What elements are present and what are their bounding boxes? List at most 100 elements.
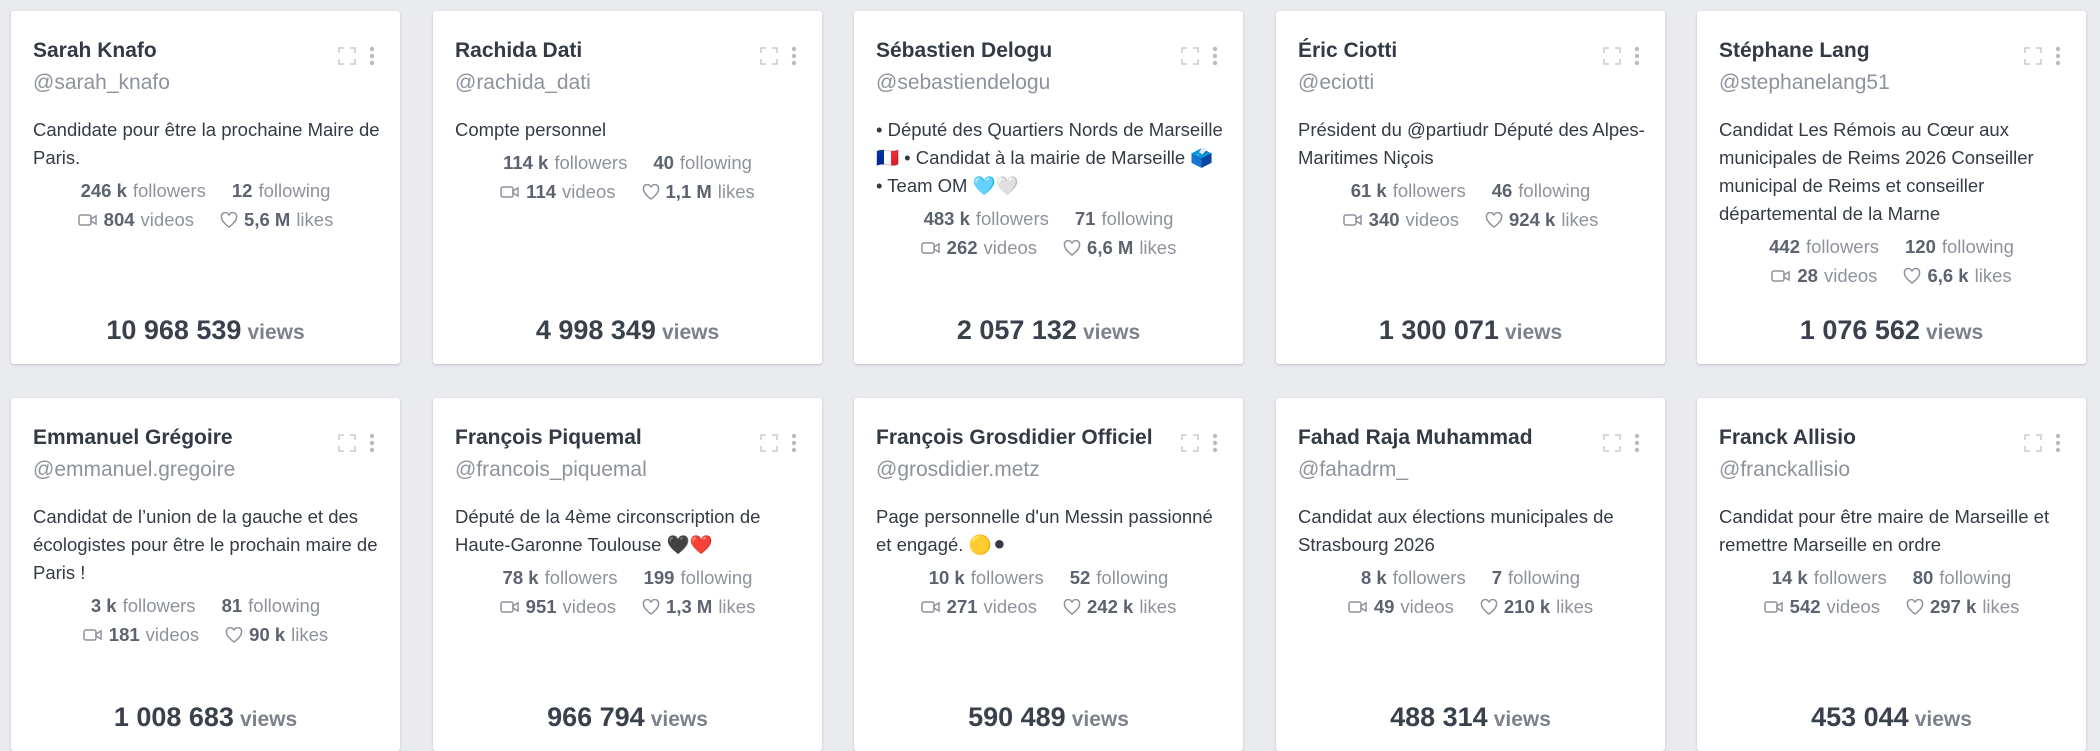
profile-bio: Candidat de l’union de la gauche et des … <box>33 506 378 583</box>
profile-handle[interactable]: @grosdidier.metz <box>876 458 1040 482</box>
profile-name[interactable]: Fahad Raja Muhammad <box>1298 426 1533 450</box>
card-actions <box>759 433 797 458</box>
profile-card[interactable]: Emmanuel Grégoire @emmanuel.gregoire Candi… <box>11 398 400 751</box>
card-actions <box>1602 433 1640 458</box>
profile-name[interactable]: Sébastien Delogu <box>876 39 1052 63</box>
expand-icon[interactable] <box>1602 433 1622 458</box>
expand-icon[interactable] <box>1602 46 1622 71</box>
profile-handle[interactable]: @eciotti <box>1298 71 1374 95</box>
more-vertical-icon[interactable] <box>1212 46 1218 71</box>
profile-handle[interactable]: @rachida_dati <box>455 71 591 95</box>
profile-name[interactable]: Sarah Knafo <box>33 39 157 63</box>
profile-card[interactable]: François Piquemal @francois_piquemal Déput… <box>433 398 822 751</box>
profile-card[interactable]: Éric Ciotti @eciotti Président du @partiud… <box>1276 11 1665 364</box>
expand-icon[interactable] <box>759 433 779 458</box>
more-vertical-icon[interactable] <box>369 46 375 71</box>
views-count: 488 314 <box>1390 702 1488 732</box>
followers-label: followers <box>132 180 206 201</box>
heart-icon <box>1063 599 1081 615</box>
profile-name[interactable]: Éric Ciotti <box>1298 39 1397 63</box>
following-label: following <box>680 567 753 588</box>
videos-count: 262 <box>946 237 978 258</box>
more-vertical-icon[interactable] <box>1634 46 1640 71</box>
profile-bio: Candidat Les Rémois au Cœur aux municipa… <box>1719 119 2034 224</box>
likes-label: likes <box>717 181 755 202</box>
profile-name[interactable]: François Grosdidier Officiel <box>876 426 1153 450</box>
followers-stat: 483 k followers <box>924 208 1049 230</box>
profile-bio: Page personnelle d'un Messin passionné e… <box>876 506 1213 555</box>
more-vertical-icon[interactable] <box>791 46 797 71</box>
following-count: 81 <box>221 595 243 616</box>
profile-handle[interactable]: @francois_piquemal <box>455 458 647 482</box>
profile-name[interactable]: Emmanuel Grégoire <box>33 426 233 450</box>
videos-stat: 28 videos <box>1771 265 1877 287</box>
profile-name[interactable]: Stéphane Lang <box>1719 39 1870 63</box>
profile-card[interactable]: Sarah Knafo @sarah_knafo Candidate pour êt… <box>11 11 400 364</box>
likes-label: likes <box>1139 237 1177 258</box>
profile-handle[interactable]: @sebastiendelogu <box>876 71 1050 95</box>
views-count: 966 794 <box>547 702 645 732</box>
views-count: 4 998 349 <box>535 315 656 345</box>
videos-label: videos <box>140 209 195 230</box>
profile-handle[interactable]: @franckallisio <box>1719 458 1850 482</box>
following-label: following <box>248 595 321 616</box>
videos-stat: 49 videos <box>1348 596 1454 618</box>
profile-card[interactable]: Fahad Raja Muhammad @fahadrm_ Candidat aux… <box>1276 398 1665 751</box>
follow-stats: 8 k followers 7 following <box>1276 567 1665 589</box>
views-label: views <box>1082 321 1141 344</box>
content-stats: 49 videos 210 k likes <box>1276 596 1665 618</box>
profile-handle[interactable]: @emmanuel.gregoire <box>33 458 235 482</box>
likes-stat: 90 k likes <box>225 624 328 646</box>
video-camera-icon <box>83 628 103 642</box>
profile-card[interactable]: Sébastien Delogu @sebastiendelogu • Député… <box>854 11 1243 364</box>
more-vertical-icon[interactable] <box>2055 433 2061 458</box>
views-total: 1 008 683 views <box>11 702 400 733</box>
profile-name[interactable]: François Piquemal <box>455 426 642 450</box>
expand-icon[interactable] <box>2023 433 2043 458</box>
expand-icon[interactable] <box>1180 46 1200 71</box>
followers-stat: 10 k followers <box>929 567 1044 589</box>
followers-count: 442 <box>1769 236 1800 257</box>
videos-count: 114 <box>526 181 557 202</box>
more-vertical-icon[interactable] <box>1634 433 1640 458</box>
following-count: 80 <box>1912 567 1934 588</box>
content-stats: 114 videos 1,1 Mlikes <box>433 181 822 203</box>
profile-card[interactable]: Franck Allisio @franckallisio Candidat pou… <box>1697 398 2086 751</box>
likes-stat: 6,6 Mlikes <box>1063 237 1176 259</box>
heart-icon <box>1485 212 1503 228</box>
following-count: 46 <box>1491 180 1513 201</box>
more-vertical-icon[interactable] <box>2055 46 2061 71</box>
videos-label: videos <box>983 237 1038 258</box>
videos-stat: 114 videos <box>500 181 616 203</box>
views-total: 4 998 349 views <box>433 315 822 346</box>
following-count: 12 <box>231 180 253 201</box>
follow-stats: 3 k followers 81 following <box>11 595 400 617</box>
profile-bio: Candidat pour être maire de Marseille et… <box>1719 506 2050 555</box>
heart-icon <box>1480 599 1498 615</box>
views-label: views <box>1914 708 1972 731</box>
profile-handle[interactable]: @fahadrm_ <box>1298 458 1408 482</box>
profile-name[interactable]: Rachida Dati <box>455 39 582 63</box>
videos-count: 340 <box>1368 209 1400 230</box>
more-vertical-icon[interactable] <box>369 433 375 458</box>
profile-card[interactable]: Stéphane Lang @stephanelang51 Candidat Les… <box>1697 11 2086 364</box>
likes-stat: 5,6 Mlikes <box>220 209 333 231</box>
following-stat: 52 following <box>1070 567 1169 589</box>
profile-name[interactable]: Franck Allisio <box>1719 426 1856 450</box>
more-vertical-icon[interactable] <box>791 433 797 458</box>
expand-icon[interactable] <box>759 46 779 71</box>
followers-label: followers <box>554 152 628 173</box>
profile-handle[interactable]: @sarah_knafo <box>33 71 170 95</box>
more-vertical-icon[interactable] <box>1212 433 1218 458</box>
following-label: following <box>1096 567 1169 588</box>
profile-card[interactable]: François Grosdidier Officiel @grosdidier.… <box>854 398 1243 751</box>
videos-stat: 951 videos <box>499 596 616 618</box>
expand-icon[interactable] <box>2023 46 2043 71</box>
expand-icon[interactable] <box>1180 433 1200 458</box>
videos-label: videos <box>983 596 1038 617</box>
profile-handle[interactable]: @stephanelang51 <box>1719 71 1890 95</box>
profile-card[interactable]: Rachida Dati @rachida_dati Compte personne… <box>433 11 822 364</box>
heart-icon <box>642 599 660 615</box>
expand-icon[interactable] <box>337 433 357 458</box>
expand-icon[interactable] <box>337 46 357 71</box>
